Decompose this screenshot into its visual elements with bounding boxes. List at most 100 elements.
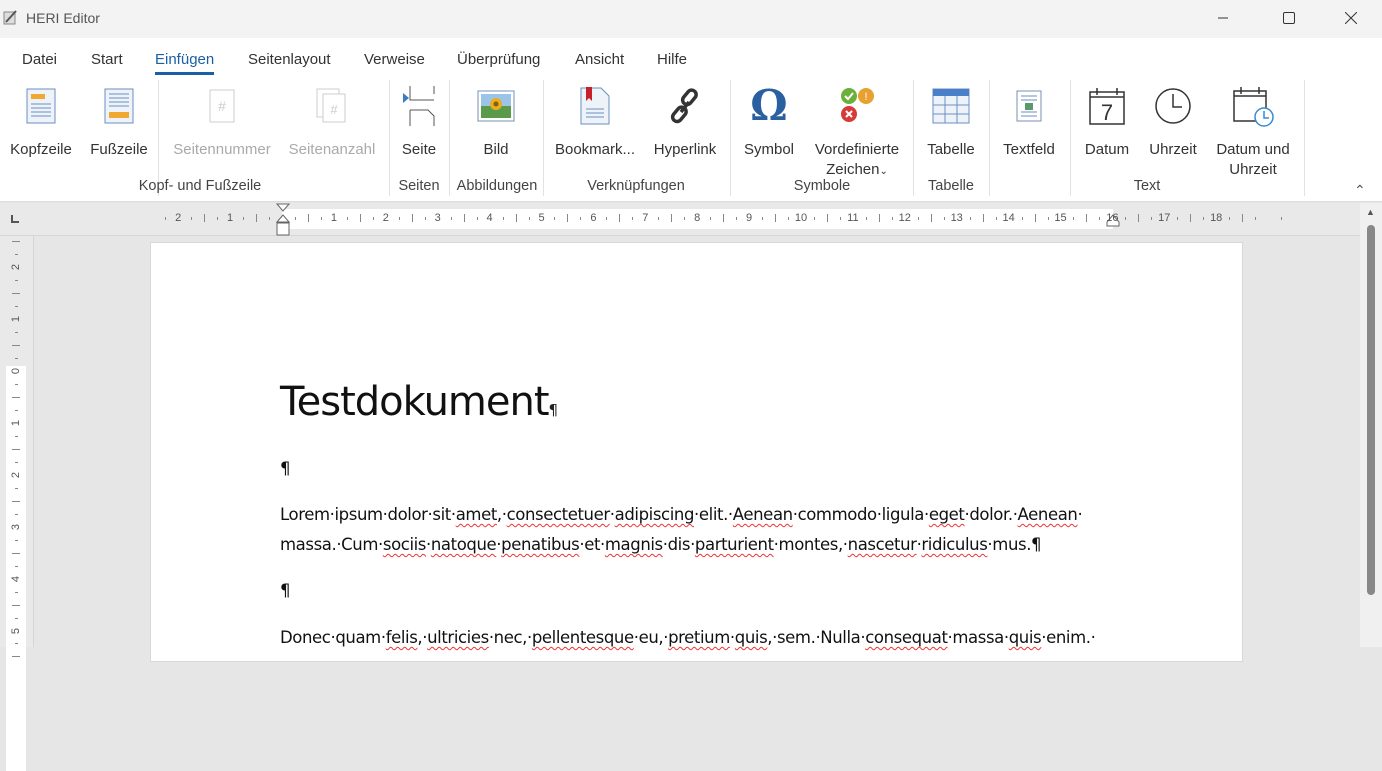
seitennummer-button[interactable]: # Seitennummer xyxy=(166,82,278,160)
vertical-ruler[interactable]: 2 1 0 1 2 3 4 5 xyxy=(0,236,34,771)
ruler-label: 3 xyxy=(434,212,441,224)
document-title[interactable]: Testdokument¶ xyxy=(280,379,558,425)
document-page[interactable]: Testdokument¶ ¶ Lorem·ipsum·dolor·sit·am… xyxy=(150,242,1243,662)
ruler-tick xyxy=(788,217,790,220)
ruler-label: 3 xyxy=(10,523,22,530)
ruler-label: 11 xyxy=(847,212,859,224)
ruler-tick xyxy=(12,345,20,347)
menu-ueberpruefung[interactable]: Überprüfung xyxy=(457,51,540,68)
calendar-icon: 7 xyxy=(1078,82,1136,130)
seitenanzahl-button[interactable]: # Seitenanzahl xyxy=(284,82,380,160)
ruler-tick xyxy=(1203,217,1205,220)
indent-marker-icon[interactable] xyxy=(276,203,290,236)
kopfzeile-button[interactable]: Kopfzeile xyxy=(4,82,78,160)
scroll-up-arrow-icon[interactable]: ▲ xyxy=(1366,207,1375,217)
ruler-tick xyxy=(891,217,893,220)
ruler-label: 13 xyxy=(950,212,963,224)
collapse-ribbon-button[interactable]: ⌃ xyxy=(1354,182,1366,199)
uhrzeit-button[interactable]: Uhrzeit xyxy=(1144,82,1202,160)
scrollbar-thumb[interactable] xyxy=(1367,225,1375,595)
vertical-scrollbar[interactable]: ▲ xyxy=(1360,203,1382,647)
separator xyxy=(449,80,450,196)
picture-icon xyxy=(464,82,528,130)
fusszeile-button[interactable]: Fußzeile xyxy=(86,82,152,160)
symbol-label: Symbol xyxy=(743,141,795,158)
ruler-tick xyxy=(580,217,582,220)
ruler-tick xyxy=(476,217,478,220)
hyperlink-button[interactable]: Hyperlink xyxy=(650,82,720,160)
ruler-tick xyxy=(411,214,413,222)
empty-paragraph[interactable]: ¶ xyxy=(280,454,1120,484)
title-bar: HERI Editor xyxy=(0,0,1382,38)
bookmark-button[interactable]: Bookmark... xyxy=(554,82,636,160)
ruler-tick xyxy=(1190,214,1192,222)
menu-datei[interactable]: Datei xyxy=(22,51,57,68)
ruler-tick xyxy=(762,217,764,220)
empty-paragraph[interactable]: ¶ xyxy=(280,576,1120,606)
ruler-tick xyxy=(1086,214,1088,222)
menu-einfuegen[interactable]: Einfügen xyxy=(155,51,215,75)
tab-stop-selector[interactable] xyxy=(11,215,19,223)
ruler-label: 2 xyxy=(175,212,182,224)
paragraph[interactable]: Donec·quam·felis,·ultricies·nec,·pellent… xyxy=(280,623,1120,653)
ruler-label: 2 xyxy=(382,212,389,224)
ruler-tick xyxy=(12,656,20,658)
ruler-tick xyxy=(15,591,18,593)
ruler-tick xyxy=(12,604,20,606)
minimize-button[interactable] xyxy=(1200,0,1246,36)
ruler-tick xyxy=(1229,217,1231,220)
ruler-tick xyxy=(15,513,18,515)
ruler-tick xyxy=(15,332,18,334)
ruler-tick xyxy=(269,217,271,220)
app-icon xyxy=(3,10,17,25)
close-button[interactable] xyxy=(1328,0,1374,36)
ruler-tick xyxy=(204,214,206,222)
ruler-tick xyxy=(878,214,880,222)
bild-button[interactable]: Bild xyxy=(464,82,528,160)
header-icon xyxy=(4,82,78,130)
maximize-button[interactable] xyxy=(1266,0,1312,36)
menu-seitenlayout[interactable]: Seitenlayout xyxy=(248,51,331,68)
vordefinierte-zeichen-button[interactable]: ! Vordefinierte Zeichen⌄ xyxy=(808,82,906,182)
ruler-tick xyxy=(424,217,426,220)
bild-label: Bild xyxy=(483,141,509,158)
group-seiten: Seiten xyxy=(398,178,440,194)
ruler-tick xyxy=(1021,217,1023,220)
ruler-tick xyxy=(826,214,828,222)
ruler-label: 16 xyxy=(1106,212,1119,224)
ruler-tick xyxy=(463,214,465,222)
menu-ansicht[interactable]: Ansicht xyxy=(575,51,624,68)
horizontal-ruler[interactable]: 2 1 1 2 3 4 5 6 7 8 9 10 11 12 13 14 15 16 17 18 xyxy=(0,203,1360,236)
group-text: Text xyxy=(1133,178,1161,194)
tabelle-button[interactable]: Tabelle xyxy=(922,82,980,160)
datum-label: Datum xyxy=(1084,141,1130,158)
ruler-tick xyxy=(1073,217,1075,220)
symbol-button[interactable]: Ω Symbol xyxy=(740,82,798,160)
seite-button[interactable]: Seite xyxy=(394,82,444,160)
ruler-tick xyxy=(1034,214,1036,222)
datum-und-uhrzeit-button[interactable]: Datum und Uhrzeit xyxy=(1210,82,1296,180)
ruler-tick xyxy=(658,217,660,220)
textfeld-button[interactable]: Textfeld xyxy=(998,82,1060,160)
ruler-label: 12 xyxy=(898,212,911,224)
ruler-tick xyxy=(191,217,193,220)
datum-button[interactable]: 7 Datum xyxy=(1078,82,1136,160)
ruler-label: 1 xyxy=(227,212,234,224)
ruler-tick xyxy=(969,217,971,220)
ruler-label: 1 xyxy=(10,419,22,426)
ruler-tick xyxy=(12,241,20,243)
ruler-tick xyxy=(995,217,997,220)
menu-start[interactable]: Start xyxy=(91,51,123,68)
ruler-tick xyxy=(736,217,738,220)
ruler-label: 0 xyxy=(10,367,22,375)
ruler-tick xyxy=(346,217,348,220)
seitennummer-label: Seitennummer xyxy=(173,141,271,158)
clock-icon xyxy=(1144,82,1202,130)
paragraph[interactable]: Lorem·ipsum·dolor·sit·amet,·consectetuer… xyxy=(280,500,1120,560)
paragraph-line: Lorem·ipsum·dolor·sit·amet,·consectetuer… xyxy=(280,505,1083,524)
group-kopf-fusszeile: Kopf- und Fußzeile xyxy=(138,178,262,194)
ruler-tick xyxy=(502,217,504,220)
ruler-tick xyxy=(619,214,621,222)
menu-hilfe[interactable]: Hilfe xyxy=(657,51,687,68)
menu-verweise[interactable]: Verweise xyxy=(364,51,425,68)
